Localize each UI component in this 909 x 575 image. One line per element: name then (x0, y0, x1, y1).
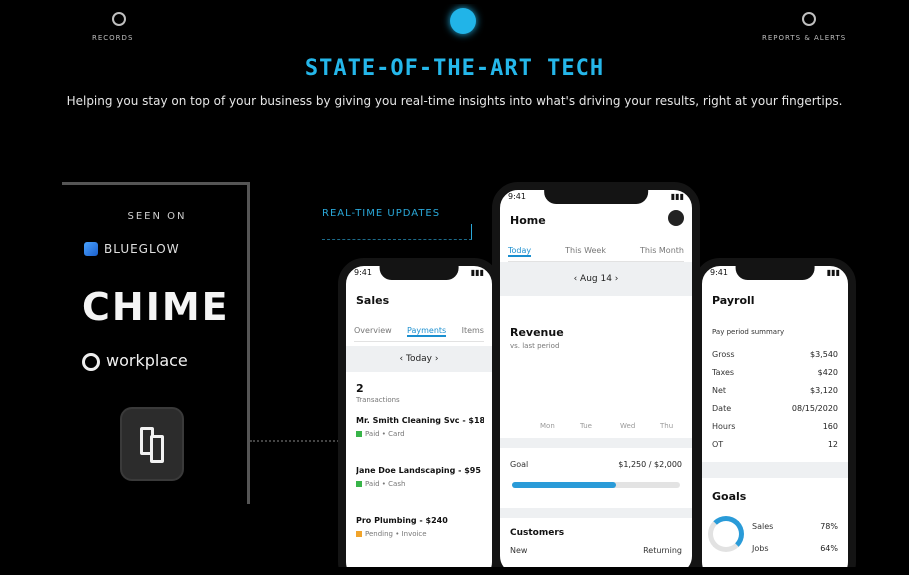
status-chip-icon (356, 531, 362, 537)
phone-sales-screen: 9:41 ▮▮▮ Sales Overview Payments Items ‹ … (338, 258, 500, 567)
app-frame: RECORDS REPORTS & ALERTS STATE-OF-THE-AR… (4, 4, 905, 567)
list-item-sub: Paid • Cash (356, 480, 405, 488)
goal-label: Goal (510, 460, 529, 469)
goal-progress-bar (512, 482, 680, 488)
table-row: Hours 160 (712, 422, 838, 431)
brand-workplace-text: workplace (106, 351, 188, 370)
customers-new: New (510, 546, 528, 555)
tab-payments[interactable]: Payments (407, 326, 447, 337)
nav-active-indicator-icon[interactable] (450, 8, 476, 34)
tab-week[interactable]: This Week (565, 246, 606, 257)
tab-overview[interactable]: Overview (354, 326, 392, 337)
status-time: 9:41 (354, 268, 372, 277)
metric-subtitle: vs. last period (510, 342, 560, 350)
goal-value: $1,250 / $2,000 (618, 460, 682, 469)
nav-reports-label[interactable]: REPORTS & ALERTS (762, 34, 846, 42)
status-chip-icon (356, 481, 362, 487)
chart-x-label: Mon (540, 422, 555, 430)
table-row: Date 08/15/2020 (712, 404, 838, 413)
list-item-sub: Pending • Invoice (356, 530, 427, 538)
date-selector[interactable]: ‹ Today › (400, 354, 439, 364)
list-item-title[interactable]: Jane Doe Landscaping - $95 (356, 466, 484, 475)
screen-tabs: Overview Payments Items (354, 326, 484, 342)
hero-subtitle: Helping you stay on top of your business… (66, 94, 843, 108)
connector-line (250, 440, 350, 444)
table-row: Jobs 64% (752, 544, 838, 553)
brand-chime-logo: CHIME (82, 285, 230, 329)
phone-payroll-screen: 9:41 ▮▮▮ Payroll Pay period summary Gross… (694, 258, 856, 567)
list-item-title[interactable]: Pro Plumbing - $240 (356, 516, 484, 525)
status-time: 9:41 (508, 192, 526, 201)
blueglow-icon (84, 242, 98, 256)
nav-reports-icon[interactable] (802, 12, 816, 26)
tab-today[interactable]: Today (508, 246, 532, 257)
screen-title: Sales (356, 294, 390, 307)
customers-returning: Returning (643, 546, 682, 555)
battery-icon: ▮▮▮ (470, 268, 484, 277)
settings-gear-icon[interactable] (668, 210, 684, 226)
list-item-title[interactable]: Mr. Smith Cleaning Svc - $180 (356, 416, 484, 425)
stat-value: 2 (356, 382, 364, 395)
tab-items[interactable]: Items (462, 326, 484, 337)
callout-pointer (322, 224, 472, 240)
table-row: Sales 78% (752, 522, 838, 531)
brand-blueglow-logo: BLUEGLOW (84, 242, 180, 256)
status-time: 9:41 (710, 268, 728, 277)
list-item-sub: Paid • Card (356, 430, 405, 438)
nav-records-icon[interactable] (112, 12, 126, 26)
app-logo-icon[interactable] (120, 407, 184, 481)
brand-blueglow-text: BLUEGLOW (104, 242, 180, 256)
metric-title: Revenue (510, 326, 564, 339)
status-chip-icon (356, 431, 362, 437)
table-row: Net $3,120 (712, 386, 838, 395)
table-row: OT 12 (712, 440, 838, 449)
hero-title: STATE-OF-THE-ART TECH (304, 56, 605, 81)
goal-gauge-icon (708, 516, 744, 552)
screen-title: Payroll (712, 294, 755, 307)
phone-home-screen: 9:41 ▮▮▮ Home Today This Week This Month … (492, 182, 700, 567)
brand-workplace-logo: workplace (82, 351, 188, 371)
callout-label: REAL-TIME UPDATES (322, 208, 441, 219)
section-title: Pay period summary (712, 328, 785, 336)
customers-title: Customers (510, 528, 565, 538)
chart-x-label: Wed (620, 422, 636, 430)
seen-on-heading: SEEN ON (127, 211, 187, 222)
table-row: Taxes $420 (712, 368, 838, 377)
nav-records-label[interactable]: RECORDS (92, 34, 133, 42)
chart-x-label: Thu (660, 422, 674, 430)
stat-label: Transactions (356, 396, 400, 404)
battery-icon: ▮▮▮ (670, 192, 684, 201)
screen-title: Home (510, 214, 546, 227)
goals-title: Goals (712, 490, 747, 503)
table-row: Gross $3,540 (712, 350, 838, 359)
date-selector[interactable]: ‹ Aug 14 › (574, 274, 619, 284)
seen-on-panel: SEEN ON BLUEGLOW CHIME workplace (62, 182, 250, 504)
battery-icon: ▮▮▮ (826, 268, 840, 277)
chart-x-label: Tue (580, 422, 592, 430)
tab-month[interactable]: This Month (640, 246, 684, 257)
workplace-icon (82, 353, 100, 371)
screen-tabs: Today This Week This Month (508, 246, 684, 262)
